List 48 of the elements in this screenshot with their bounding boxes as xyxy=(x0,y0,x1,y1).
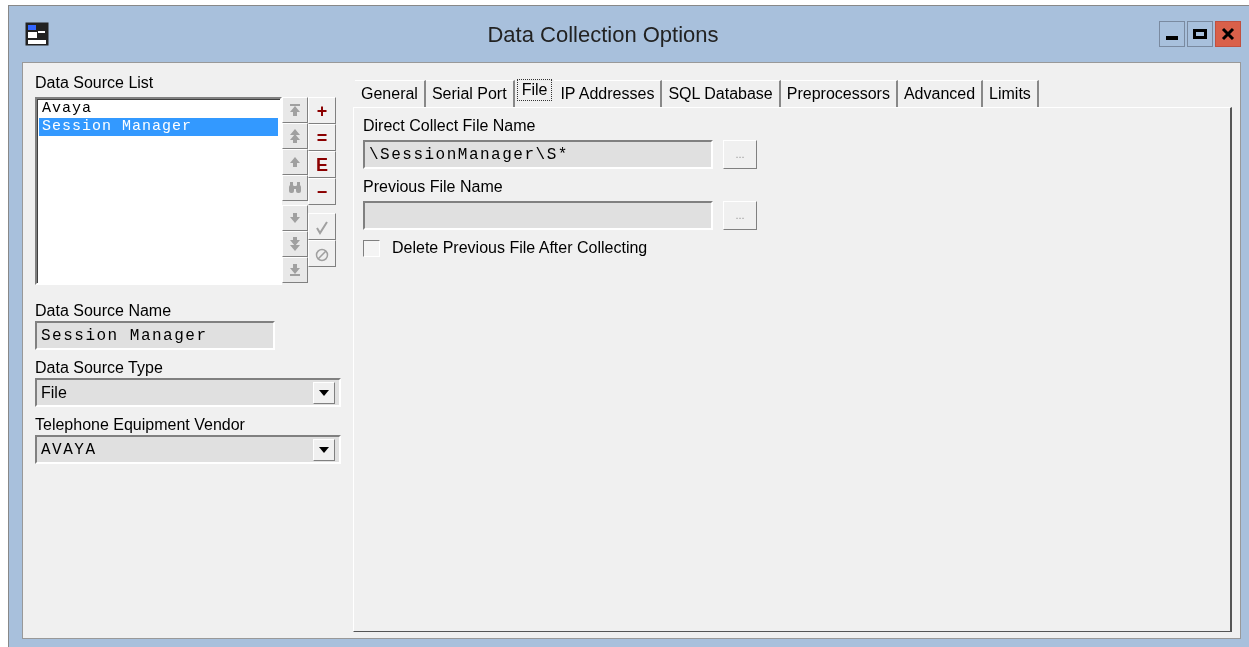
field-label: Data Source List xyxy=(35,73,155,93)
close-button[interactable] xyxy=(1215,21,1241,47)
minimize-button[interactable] xyxy=(1159,21,1185,47)
maximize-icon xyxy=(1193,27,1207,41)
app-icon xyxy=(25,22,49,46)
vendor-dropdown[interactable]: AVAYA xyxy=(35,435,341,464)
toolbar-button[interactable]: − xyxy=(308,178,336,205)
move-top-icon xyxy=(287,102,303,118)
text-field[interactable] xyxy=(363,201,713,230)
tab[interactable]: IP Addresses xyxy=(554,80,663,107)
toolbar-button[interactable]: = xyxy=(308,124,336,151)
tab[interactable]: Limits xyxy=(983,80,1039,107)
tab[interactable]: SQL Database xyxy=(662,80,781,107)
dropdown-button[interactable] xyxy=(313,381,335,404)
tab[interactable]: Preprocessors xyxy=(780,80,898,107)
dropdown-value: AVAYA xyxy=(41,439,97,461)
dropdown-value: File xyxy=(41,382,67,403)
type-dropdown[interactable]: File xyxy=(35,378,341,407)
minimize-icon xyxy=(1166,36,1178,40)
dropdown-button[interactable] xyxy=(313,438,335,461)
list-box[interactable]: Avaya Session Manager xyxy=(35,97,282,285)
field-label: Direct Collect File Name xyxy=(363,116,537,136)
toolbar-button[interactable]: E xyxy=(308,151,336,178)
field-label: Data Source Type xyxy=(35,358,164,378)
field-label: Data Source Name xyxy=(35,301,173,321)
tab[interactable]: Advanced xyxy=(897,80,984,107)
caret-icon xyxy=(319,389,329,396)
window-title: Data Collection Options xyxy=(486,20,720,49)
toolbar-button[interactable]: + xyxy=(308,97,336,124)
double-arrow-up-icon xyxy=(287,128,303,144)
move-bottom-icon xyxy=(287,262,303,278)
tab[interactable]: Serial Port xyxy=(425,80,515,107)
caret-icon xyxy=(319,446,329,453)
field-label: Telephone Equipment Vendor xyxy=(35,415,246,435)
double-arrow-down-icon xyxy=(287,236,303,252)
checkbox-label: Delete Previous File After Collecting xyxy=(392,238,648,258)
tab[interactable]: General xyxy=(355,80,426,107)
field-label: Previous File Name xyxy=(363,177,504,197)
maximize-button[interactable] xyxy=(1187,21,1213,47)
name-field[interactable]: Session Manager xyxy=(35,321,275,350)
cancel-icon xyxy=(315,247,329,262)
tab[interactable]: File xyxy=(516,79,553,101)
text-field[interactable]: \SessionManager\S* xyxy=(363,140,713,169)
check-icon xyxy=(315,220,329,235)
binoculars-icon xyxy=(287,180,303,196)
list-item[interactable]: Avaya xyxy=(39,100,278,118)
checkbox[interactable] xyxy=(363,239,380,257)
close-icon xyxy=(1221,27,1235,41)
